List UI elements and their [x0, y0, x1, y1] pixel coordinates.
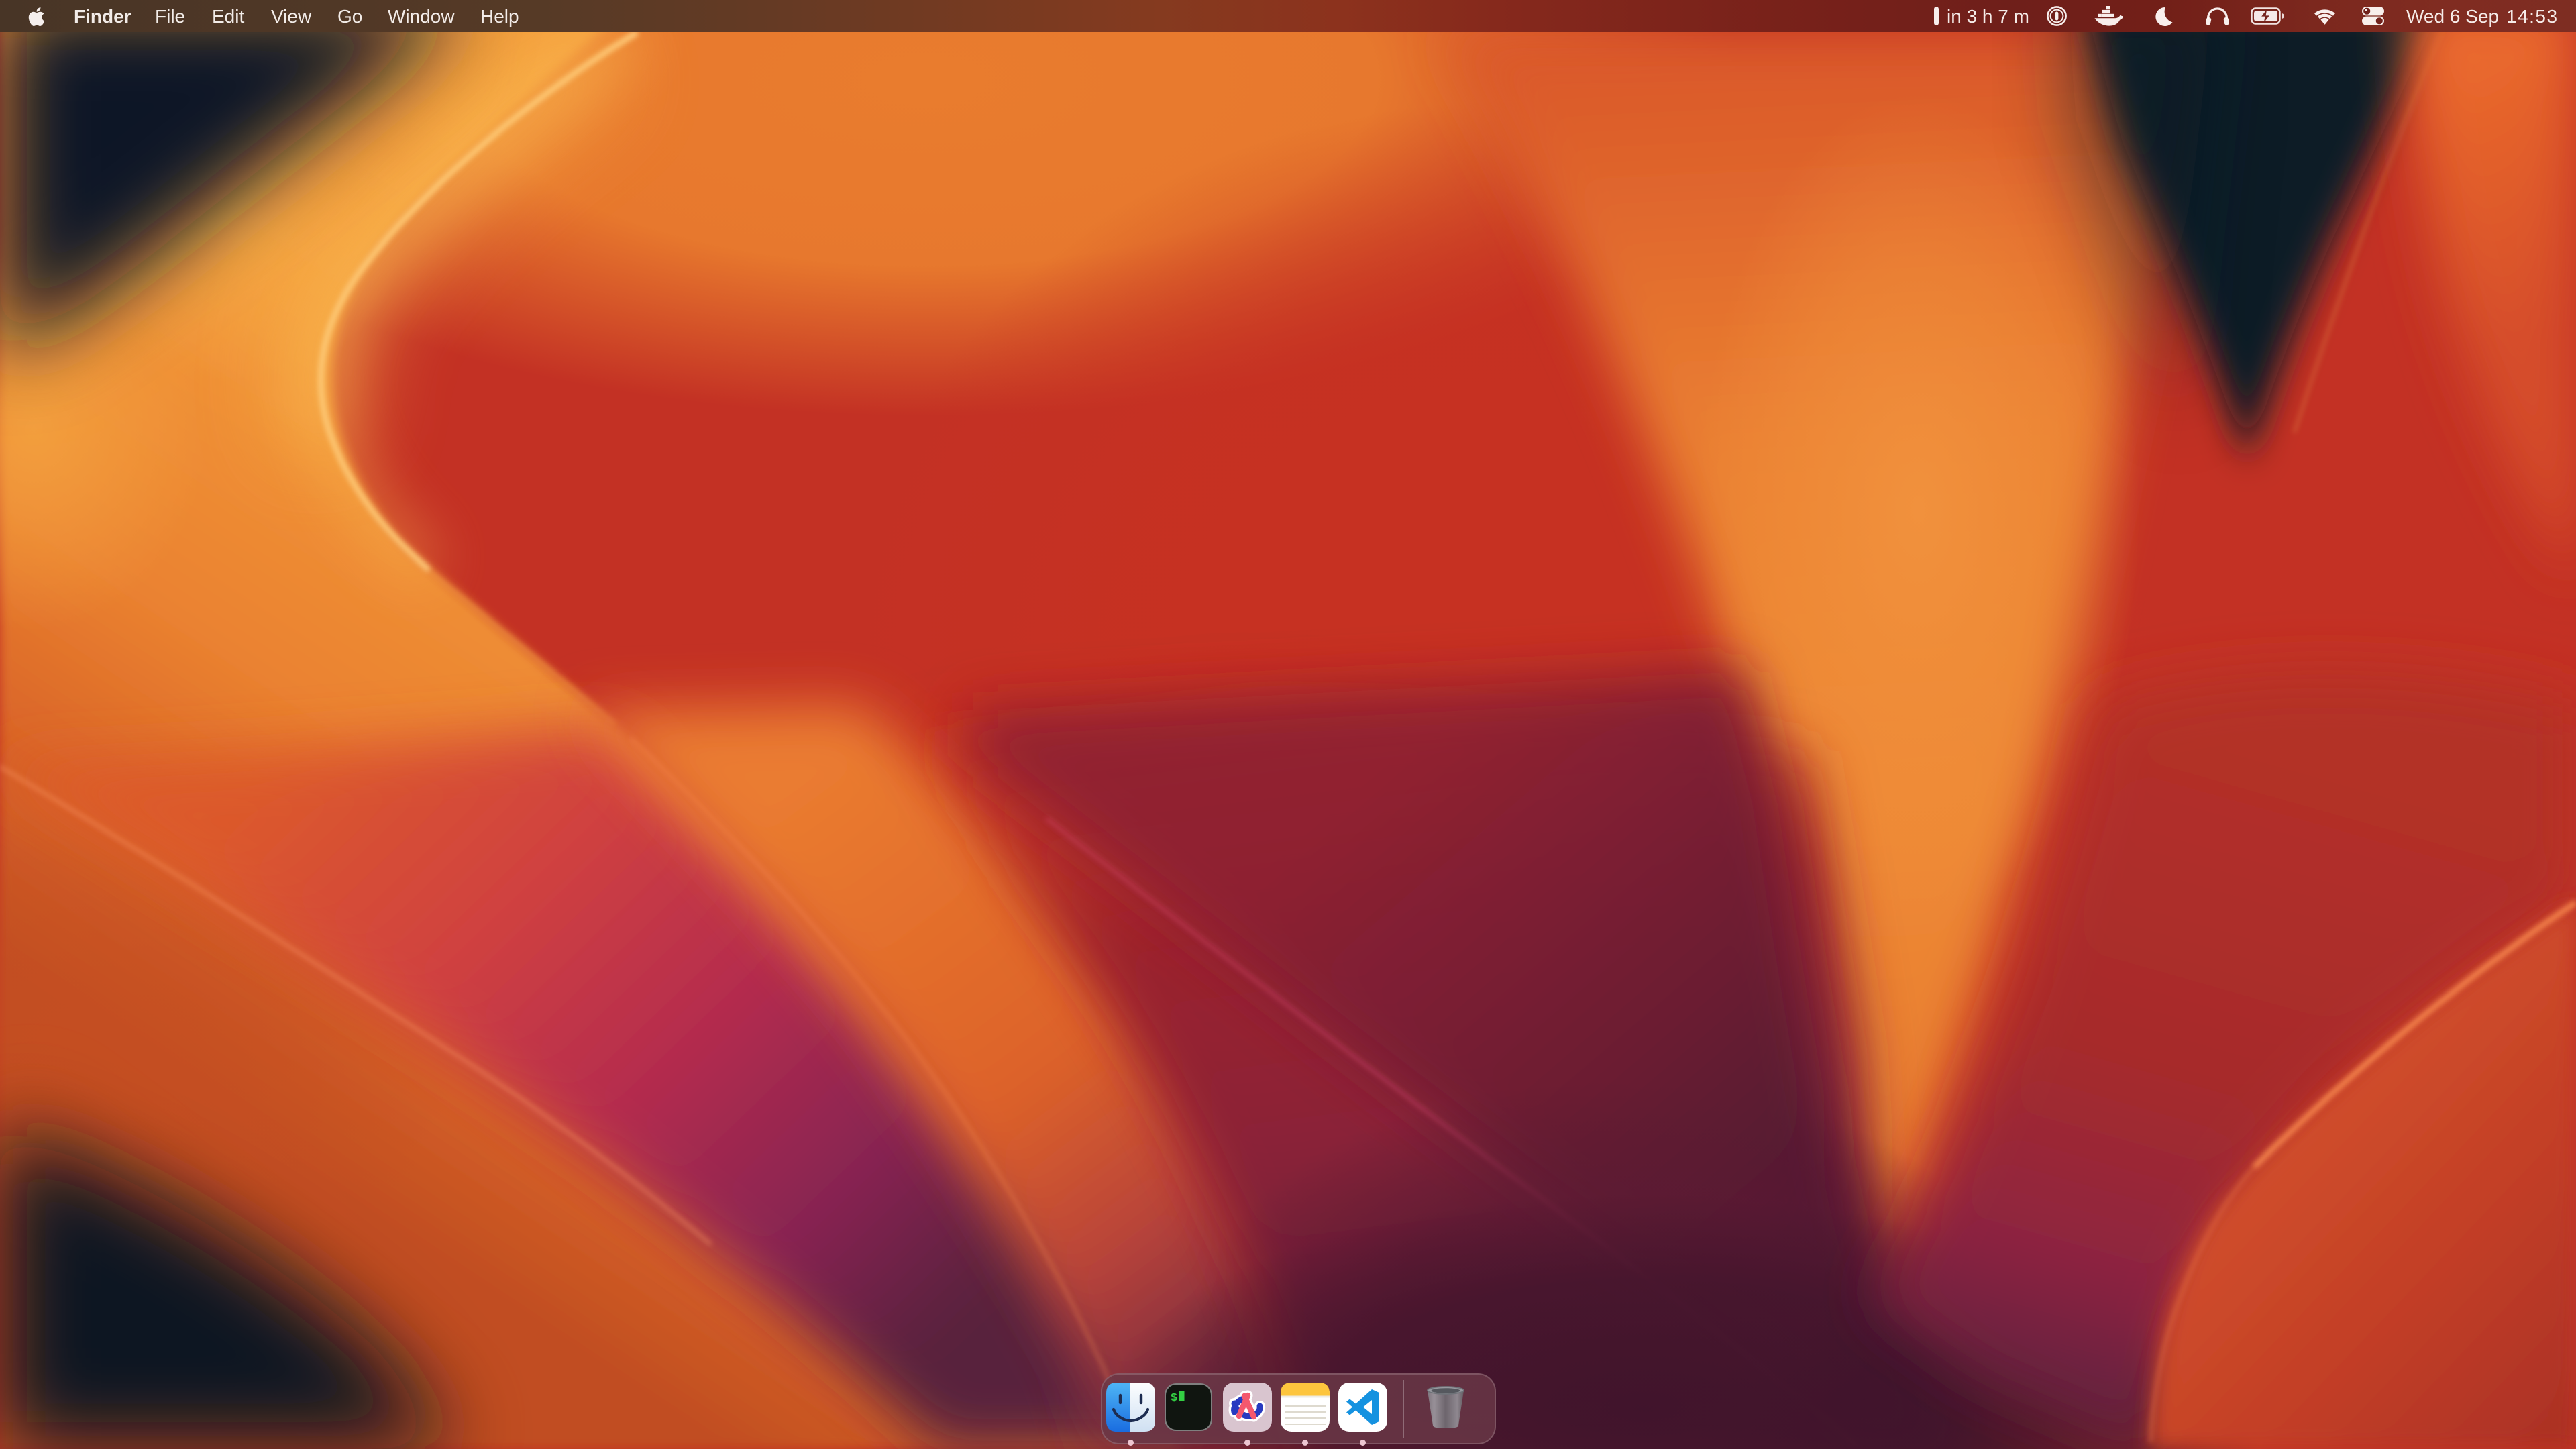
svg-text:$: $ — [1171, 1392, 1177, 1405]
